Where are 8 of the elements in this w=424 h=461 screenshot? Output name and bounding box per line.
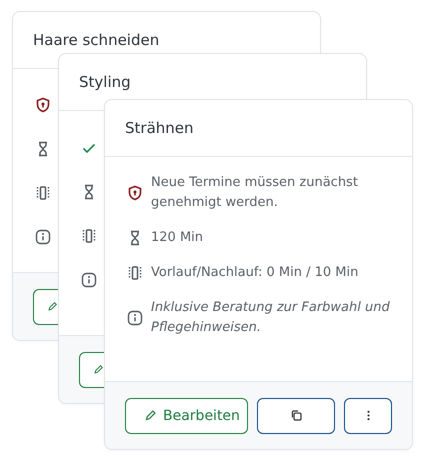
card-title: Styling bbox=[79, 73, 131, 91]
detail-text: Vorlauf/Nachlauf: 0 Min / 10 Min bbox=[151, 264, 358, 282]
detail-text: 120 Min bbox=[151, 229, 204, 247]
edit-button[interactable]: Bearbeiten bbox=[125, 398, 248, 434]
description-text: Inklusive Beratung zur Farbwahl und Pflegehinweisen. bbox=[151, 299, 391, 337]
card-title: Haare schneiden bbox=[33, 31, 160, 49]
detail-text: Neue Termine müssen zunächst genehmigt werden. bbox=[151, 174, 359, 212]
card-title: Strähnen bbox=[125, 119, 194, 137]
